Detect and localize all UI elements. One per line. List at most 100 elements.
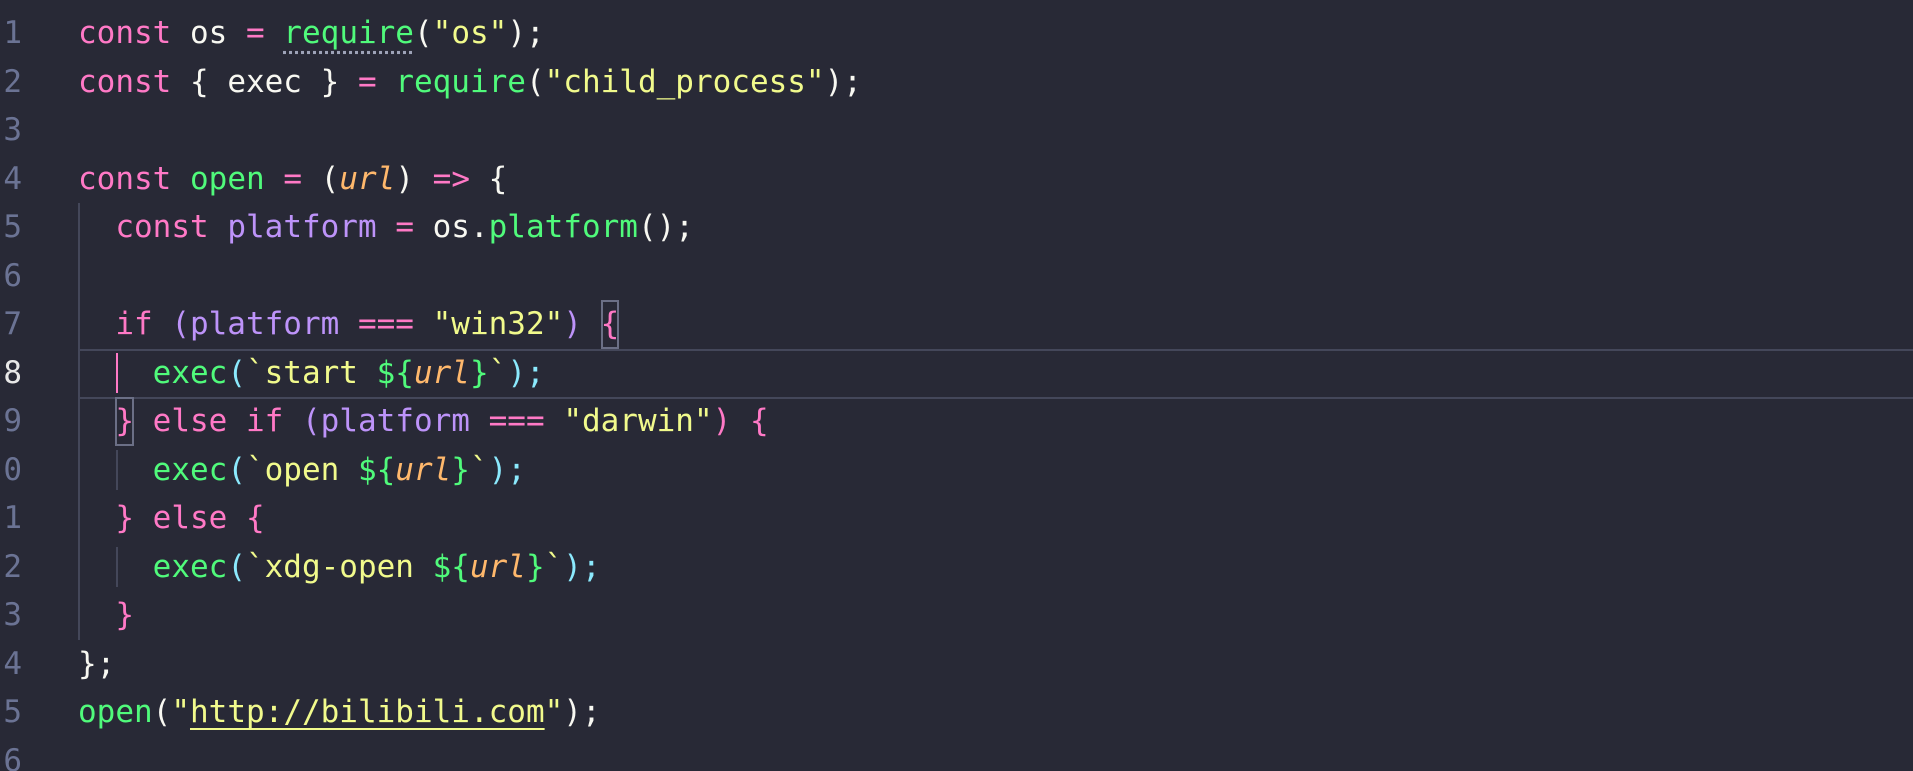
code-token: platform — [488, 209, 638, 245]
code-token: " — [171, 694, 190, 730]
line-number: 2 — [3, 548, 22, 585]
code-token: ( — [302, 160, 340, 197]
code-token: url — [469, 548, 526, 585]
code-line[interactable]: const os = require("os"); — [78, 9, 1913, 58]
code-line[interactable]: } else if (platform === "darwin") { — [78, 397, 1913, 446]
code-line[interactable]: exec(`xdg-open ${url}`); — [78, 543, 1913, 592]
code-token: => — [432, 160, 470, 197]
code-line[interactable] — [78, 737, 1913, 771]
code-token: os — [171, 15, 246, 51]
code-line[interactable]: } — [78, 591, 1913, 640]
line-number: 4 — [3, 160, 22, 197]
code-token: } — [525, 548, 545, 585]
code-token: url — [339, 160, 396, 197]
code-token: ` — [544, 548, 564, 585]
code-area[interactable]: const os = require("os"); const { exec } … — [78, 0, 1913, 771]
code-token: ${ — [357, 451, 396, 488]
line-number: 5 — [3, 209, 22, 245]
code-token: ( — [413, 15, 433, 51]
code-token: ); — [563, 548, 601, 585]
code-token: (); — [637, 209, 694, 245]
code-token: ${ — [432, 548, 470, 585]
line-number: 1 — [3, 15, 22, 51]
line-number: 7 — [3, 306, 22, 342]
code-token: open — [78, 694, 153, 730]
code-line[interactable]: open("http://bilibili.com"); — [78, 688, 1913, 737]
code-token: ` — [469, 451, 489, 488]
code-token: require — [283, 15, 414, 51]
code-token: if — [246, 403, 284, 439]
code-token: } — [451, 451, 470, 488]
code-token: { — [246, 500, 265, 536]
code-token: else — [152, 500, 228, 536]
code-token: ) { — [712, 403, 769, 439]
code-token: ); — [507, 354, 545, 391]
code-token: require — [395, 63, 526, 100]
code-line[interactable]: exec(`start ${url}`); — [78, 349, 1913, 398]
code-token: ); — [507, 15, 545, 51]
code-token: ${ — [376, 354, 414, 391]
code-token: { exec } — [171, 63, 358, 100]
code-token: platform — [227, 209, 377, 245]
code-line[interactable]: const { exec } = require("child_process"… — [78, 58, 1913, 107]
code-line[interactable]: }; — [78, 640, 1913, 689]
code-token: ( — [152, 306, 190, 342]
code-token: url — [413, 354, 470, 391]
code-token: ) — [395, 160, 433, 197]
code-token: "win32" — [432, 306, 564, 342]
code-token: === — [488, 403, 545, 439]
code-token: platform — [320, 403, 470, 439]
code-token: = — [357, 63, 377, 100]
code-token: open — [190, 160, 265, 197]
line-number: 1 — [3, 500, 22, 536]
code-token: ` — [488, 354, 508, 391]
code-token: platform — [189, 306, 340, 342]
code-token: } — [115, 597, 134, 633]
code-token: if — [115, 306, 153, 342]
code-line[interactable]: const platform = os.platform(); — [78, 203, 1913, 252]
code-token: = — [283, 160, 302, 197]
line-number-gutter: 1 2 3 4 5 6 7 8 9 0 1 2 3 4 5 6 — [0, 0, 60, 771]
line-number: 9 — [3, 403, 22, 439]
line-number: 6 — [3, 257, 22, 294]
code-line[interactable]: const open = (url) => { — [78, 155, 1913, 204]
code-line[interactable]: } else { — [78, 494, 1913, 543]
code-token: exec — [152, 354, 228, 391]
code-line[interactable]: exec(`open ${url}`); — [78, 446, 1913, 495]
code-token: os. — [413, 209, 489, 245]
line-number: 5 — [3, 694, 22, 730]
code-line[interactable]: if (platform === "win32") { — [78, 300, 1913, 349]
code-token: } — [115, 500, 134, 536]
code-token: { — [600, 300, 620, 349]
code-token: ( — [227, 548, 246, 585]
code-editor[interactable]: 1234567890123456 const os = require("os"… — [0, 0, 1913, 771]
line-number: 3 — [3, 112, 22, 148]
code-token: const — [78, 63, 172, 100]
code-token: ( — [525, 63, 545, 100]
line-number: 0 — [3, 451, 22, 488]
code-token: "child_process" — [544, 63, 825, 100]
code-token: === — [357, 306, 414, 342]
code-token: const — [78, 160, 172, 197]
code-line[interactable] — [78, 252, 1913, 301]
url-link[interactable]: http://bilibili.com — [190, 694, 545, 730]
code-token: exec — [152, 548, 228, 585]
text-cursor — [116, 353, 118, 393]
code-token: } — [469, 354, 489, 391]
code-token: ( — [227, 451, 246, 488]
code-line[interactable] — [78, 106, 1913, 155]
line-number: 4 — [3, 645, 22, 682]
